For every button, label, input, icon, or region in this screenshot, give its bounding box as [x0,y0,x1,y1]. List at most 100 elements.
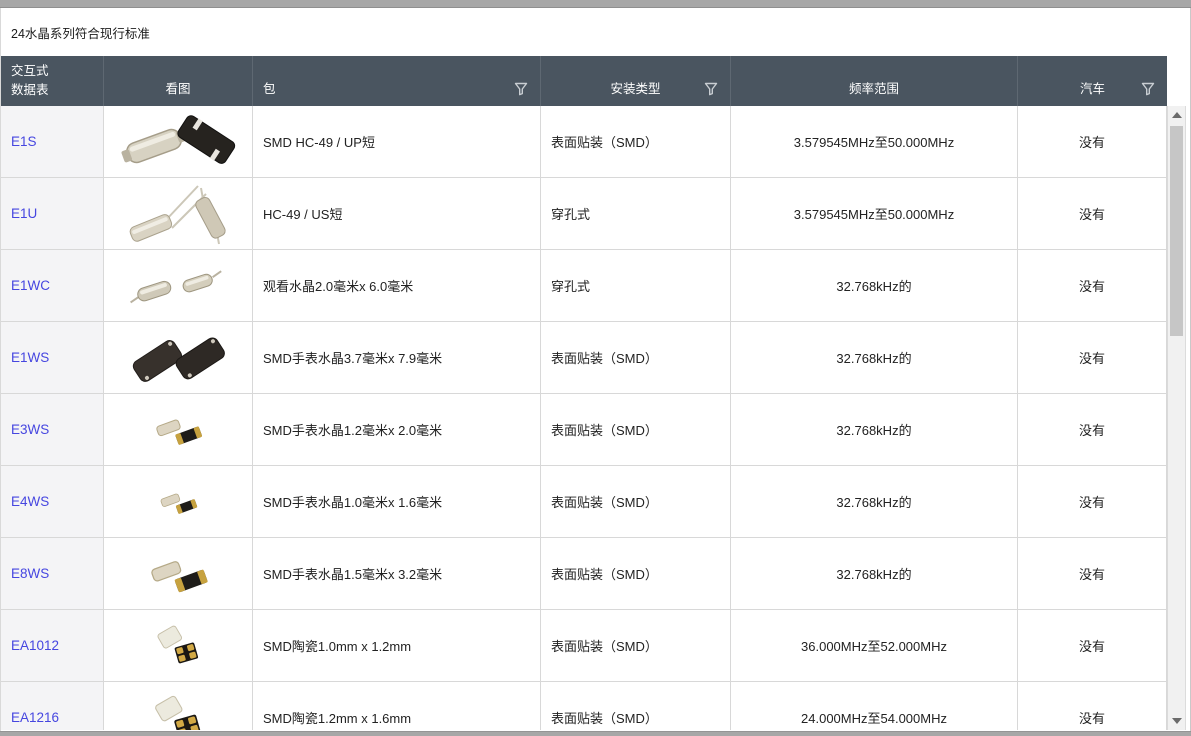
table-header: 交互式数据表 看图 包 安装类型 频 [1,56,1167,106]
package-cell: SMD手表水晶1.5毫米x 3.2毫米 [253,538,541,609]
column-label: 频率范围 [849,78,899,97]
package-text: SMD手表水晶1.0毫米x 1.6毫米 [263,492,442,511]
datasheet-cell: E1WS [1,322,104,393]
package-cell: SMD陶瓷1.0mm x 1.2mm [253,610,541,681]
package-text: HC-49 / US短 [263,204,342,223]
frequency-cell: 32.768kHz的 [731,466,1018,537]
table-area: 交互式数据表 看图 包 安装类型 频 [1,56,1190,730]
column-header-frequency: 频率范围 [731,56,1018,106]
datasheet-link[interactable]: E8WS [11,566,49,581]
automotive-text: 没有 [1079,420,1105,439]
mount-type-cell: 表面贴装（SMD） [541,538,731,609]
datasheet-link[interactable]: EA1216 [11,710,59,725]
automotive-cell: 没有 [1018,538,1167,609]
filter-icon[interactable] [704,82,718,99]
top-window-bar [0,0,1191,8]
frequency-text: 32.768kHz的 [836,348,911,367]
mount-type-cell: 表面贴装（SMD） [541,394,731,465]
package-text: SMD陶瓷1.0mm x 1.2mm [263,636,411,655]
frequency-text: 36.000MHz至52.000MHz [801,636,947,655]
frequency-text: 32.768kHz的 [836,276,911,295]
datasheet-cell: E1WC [1,250,104,321]
table-row: E3WS SMD手表水晶1.2毫米x 2.0毫米 表面贴装（SMD） 32.76… [1,394,1167,466]
photo-cell [104,538,253,609]
column-label: 汽车 [1080,78,1105,97]
table-row: E1WC 观看水晶2.0毫米x 6.0毫米 穿孔式 32.768kHz的 没有 [1,250,1167,322]
product-image[interactable] [126,262,230,310]
product-image[interactable] [152,415,204,445]
package-text: SMD手表水晶1.2毫米x 2.0毫米 [263,420,442,439]
scrollbar-thumb[interactable] [1170,126,1183,336]
automotive-text: 没有 [1079,708,1105,727]
datasheet-cell: E1U [1,178,104,249]
datasheet-cell: E1S [1,106,104,177]
automotive-cell: 没有 [1018,610,1167,681]
automotive-text: 没有 [1079,636,1105,655]
product-image[interactable] [114,110,242,174]
datasheet-link[interactable]: E3WS [11,422,49,437]
automotive-text: 没有 [1079,132,1105,151]
mount-type-text: 表面贴装（SMD） [551,564,658,583]
filter-icon[interactable] [1141,82,1155,99]
mount-type-text: 表面贴装（SMD） [551,708,658,727]
mount-type-cell: 表面贴装（SMD） [541,106,731,177]
mount-type-text: 表面贴装（SMD） [551,132,658,151]
column-header-photo: 看图 [104,56,253,106]
automotive-cell: 没有 [1018,178,1167,249]
table-body: E1S SMD HC-49 / UP短 表面贴装（SMD） 3.579545MH… [1,106,1167,730]
table-row: E1U HC-49 / US短 穿孔式 3.579545MHz至50.000MH… [1,178,1167,250]
product-image[interactable] [146,555,210,593]
automotive-cell: 没有 [1018,322,1167,393]
scroll-up-button[interactable] [1168,106,1185,124]
package-cell: SMD手表水晶3.7毫米x 7.9毫米 [253,322,541,393]
scroll-down-button[interactable] [1168,712,1185,730]
datasheet-link[interactable]: E1WC [11,278,50,293]
column-label: 看图 [165,78,190,97]
photo-cell [104,394,253,465]
frequency-cell: 32.768kHz的 [731,538,1018,609]
frequency-text: 3.579545MHz至50.000MHz [794,132,954,151]
datasheet-link[interactable]: E4WS [11,494,49,509]
mount-type-cell: 表面贴装（SMD） [541,610,731,681]
frequency-cell: 32.768kHz的 [731,322,1018,393]
table-row: EA1216 SMD陶瓷1.2mm x 1.6mm 表面贴装（SMD） 24.0… [1,682,1167,730]
product-image[interactable] [157,490,199,514]
photo-cell [104,250,253,321]
datasheet-link[interactable]: E1S [11,134,37,149]
datasheet-link[interactable]: E1U [11,206,37,221]
datasheet-cell: E4WS [1,466,104,537]
automotive-text: 没有 [1079,348,1105,367]
package-cell: 观看水晶2.0毫米x 6.0毫米 [253,250,541,321]
mount-type-cell: 穿孔式 [541,178,731,249]
automotive-text: 没有 [1079,276,1105,295]
column-label: 安装类型 [610,78,660,97]
product-image[interactable] [149,694,207,731]
vertical-scrollbar[interactable] [1167,106,1186,730]
photo-cell [104,106,253,177]
package-cell: SMD陶瓷1.2mm x 1.6mm [253,682,541,730]
page-title: 24水晶系列符合现行标准 [11,23,150,42]
datasheet-link[interactable]: E1WS [11,350,49,365]
column-header-datasheet: 交互式数据表 [1,56,104,106]
product-image[interactable] [152,624,204,667]
datasheet-link[interactable]: EA1012 [11,638,59,653]
product-image[interactable] [124,328,232,388]
product-image[interactable] [122,178,234,250]
product-table: 交互式数据表 看图 包 安装类型 频 [1,56,1167,730]
package-cell: SMD手表水晶1.2毫米x 2.0毫米 [253,394,541,465]
automotive-cell: 没有 [1018,394,1167,465]
column-header-package: 包 [253,56,541,106]
mount-type-text: 穿孔式 [551,204,590,223]
frequency-text: 32.768kHz的 [836,492,911,511]
frequency-text: 32.768kHz的 [836,564,911,583]
datasheet-cell: E8WS [1,538,104,609]
package-cell: SMD手表水晶1.0毫米x 1.6毫米 [253,466,541,537]
table-row: E4WS SMD手表水晶1.0毫米x 1.6毫米 表面贴装（SMD） 32.76… [1,466,1167,538]
frequency-cell: 3.579545MHz至50.000MHz [731,178,1018,249]
mount-type-text: 表面贴装（SMD） [551,636,658,655]
datasheet-cell: EA1216 [1,682,104,730]
mount-type-cell: 表面贴装（SMD） [541,682,731,730]
photo-cell [104,682,253,730]
filter-icon[interactable] [514,82,528,99]
photo-cell [104,322,253,393]
